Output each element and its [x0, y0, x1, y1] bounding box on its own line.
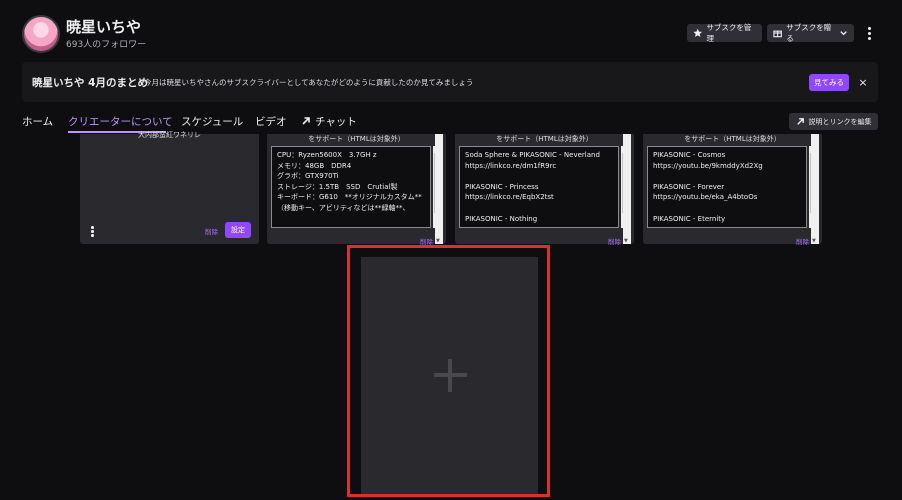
- panel-description: CPU：Ryzen5600X 3.7GH z メモリ：48GB DDR4 グラボ…: [277, 151, 422, 212]
- star-icon: [693, 28, 703, 38]
- tab-about[interactable]: クリエーターについて: [68, 114, 173, 129]
- panel-settings-button[interactable]: 設定: [225, 222, 251, 238]
- channel-name[interactable]: 暁星いちや: [66, 16, 141, 37]
- tab-videos[interactable]: ビデオ: [255, 114, 287, 129]
- panel-3: をサポート（HTMLは対象外） Soda Sphere & PIKASONIC …: [455, 134, 634, 246]
- panel-description: Soda Sphere & PIKASONIC - Neverland http…: [465, 151, 600, 223]
- tab-chat[interactable]: チャット: [301, 114, 357, 129]
- panel-title: をサポート（HTMLは対象外）: [308, 135, 405, 143]
- panel-title: 大内部蛮紅ワネリレ: [138, 131, 201, 139]
- panel-description-box[interactable]: Soda Sphere & PIKASONIC - Neverland http…: [459, 146, 619, 228]
- panel-options-icon[interactable]: [91, 226, 94, 237]
- panel-description-box[interactable]: PIKASONIC - Cosmos https://youtu.be/9kmd…: [647, 146, 807, 228]
- gift-subscription-button[interactable]: サブスクを贈る: [767, 23, 854, 43]
- recap-description: 今月は暁星いちやさんのサブスクライバーとしてあなたがどのように貢献したのか見てみ…: [144, 78, 474, 87]
- add-panel-button[interactable]: [361, 257, 538, 494]
- panel-title: をサポート（HTMLは対象外）: [496, 135, 593, 143]
- panel-1: 大内部蛮紅ワネリレ 削除 設定: [80, 131, 259, 244]
- panel-4: をサポート（HTMLは対象外） PIKASONIC - Cosmos https…: [643, 134, 822, 246]
- external-arrow-icon: [302, 117, 310, 125]
- more-options-icon[interactable]: [862, 24, 876, 42]
- outer-scrollbar[interactable]: ▼: [623, 134, 631, 244]
- outer-scrollbar[interactable]: ▼: [435, 134, 443, 244]
- delete-panel-button[interactable]: 削除: [205, 226, 218, 236]
- panel-description: PIKASONIC - Cosmos https://youtu.be/9kmd…: [653, 151, 763, 223]
- view-recap-button[interactable]: 見てみる: [809, 74, 849, 91]
- panel-description-box[interactable]: CPU：Ryzen5600X 3.7GH z メモリ：48GB DDR4 グラボ…: [271, 146, 431, 228]
- gift-subscription-label: サブスクを贈る: [786, 23, 832, 43]
- avatar[interactable]: [22, 15, 60, 53]
- external-arrow-icon: [796, 118, 804, 125]
- edit-links-label: 説明とリンクを編集: [808, 117, 872, 126]
- monthly-recap-banner: 暁星いちや 4月のまとめ 今月は暁星いちやさんのサブスクライバーとしてあなたがど…: [22, 62, 878, 102]
- channel-header: 暁星いちや 693人のフォロワー サブスクを管理 サブスクを贈る: [0, 0, 902, 60]
- manage-subscription-label: サブスクを管理: [706, 23, 752, 43]
- outer-scrollbar[interactable]: ▼: [811, 134, 819, 244]
- tab-chat-label: チャット: [315, 116, 357, 128]
- delete-panel-button[interactable]: 削除: [796, 236, 809, 246]
- chevron-down-icon: [840, 31, 847, 36]
- edit-links-button[interactable]: 説明とリンクを編集: [789, 113, 878, 130]
- tab-schedule[interactable]: スケジュール: [181, 114, 243, 129]
- recap-title: 暁星いちや 4月のまとめ: [32, 77, 148, 89]
- manage-subscription-button[interactable]: サブスクを管理: [687, 23, 762, 43]
- add-panel-highlight: [347, 245, 550, 497]
- delete-panel-button[interactable]: 削除: [608, 236, 621, 246]
- panel-title: をサポート（HTMLは対象外）: [684, 135, 781, 143]
- close-icon[interactable]: ×: [856, 74, 870, 91]
- follower-count: 693人のフォロワー: [66, 40, 147, 50]
- panel-2: をサポート（HTMLは対象外） CPU：Ryzen5600X 3.7GH z メ…: [267, 134, 446, 246]
- tab-home[interactable]: ホーム: [22, 114, 53, 129]
- gift-icon: [773, 30, 782, 38]
